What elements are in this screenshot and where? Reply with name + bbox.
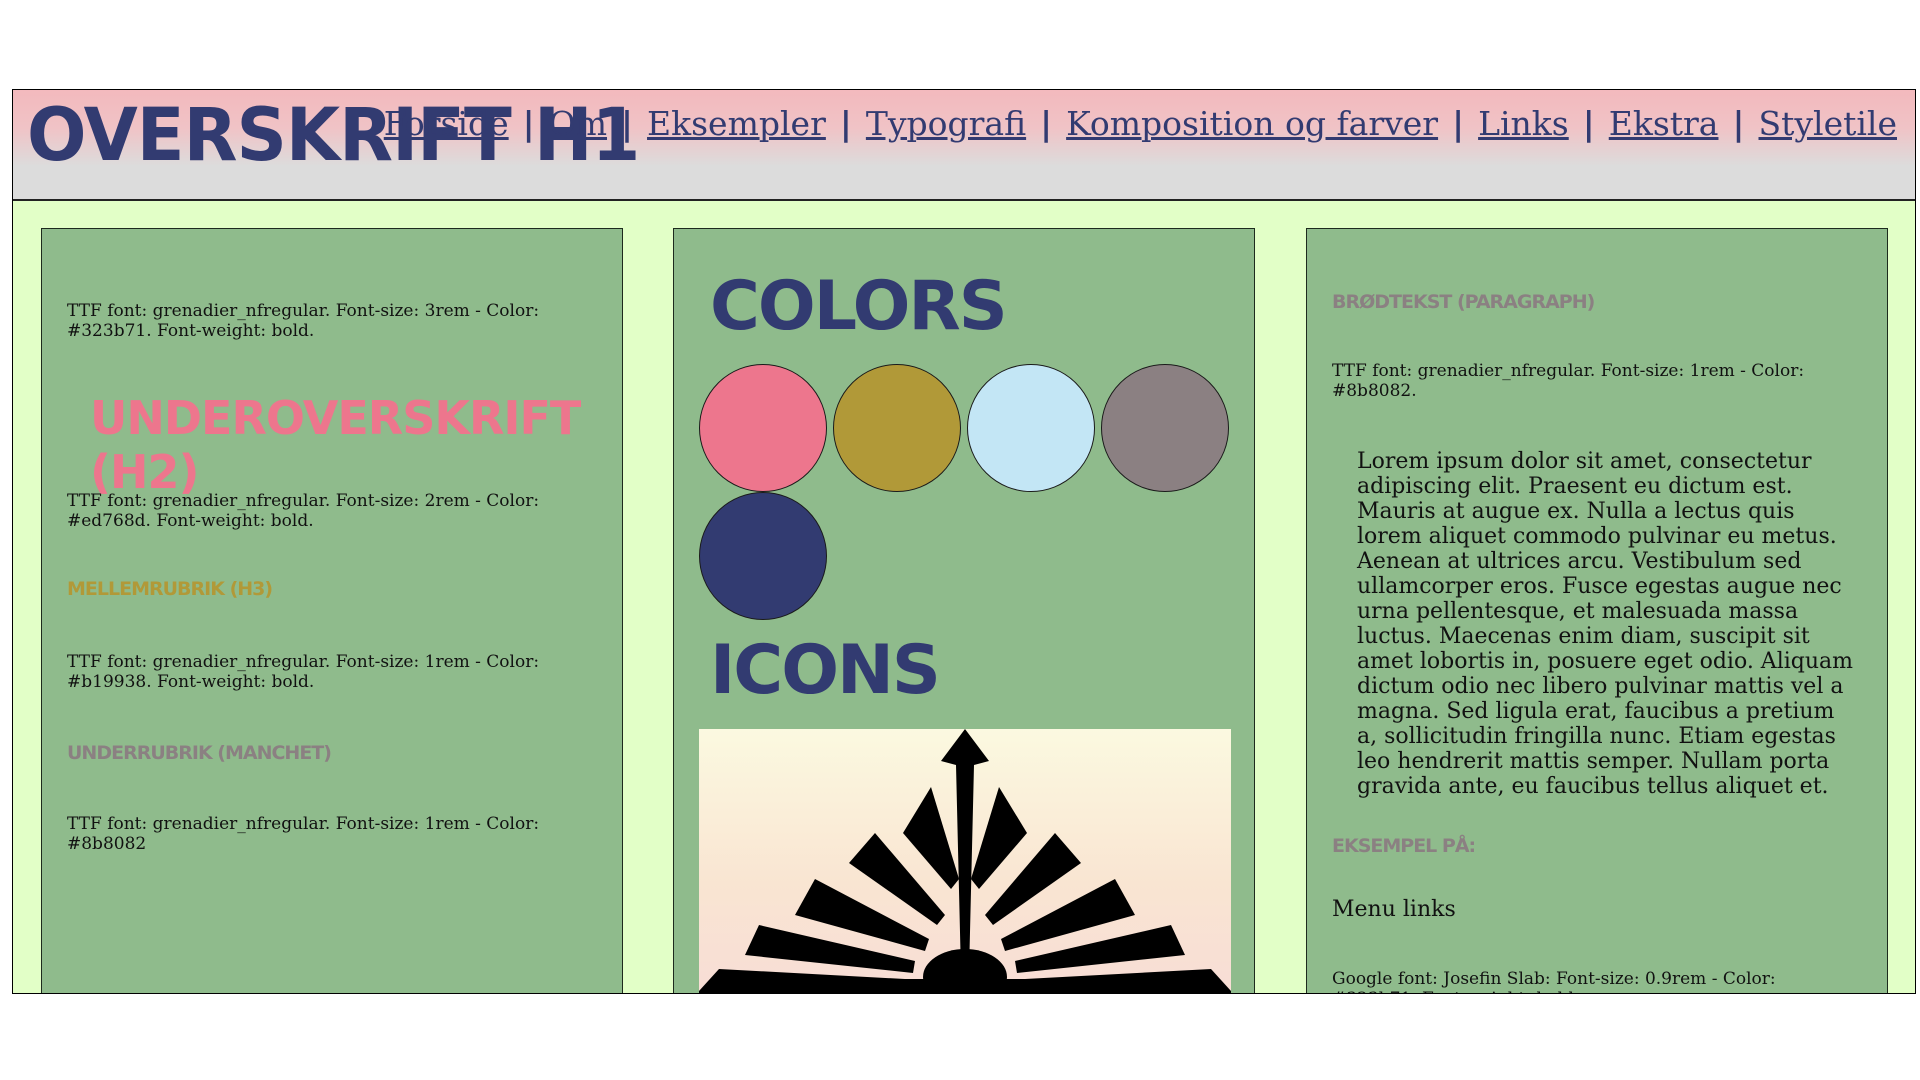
nav-link-links[interactable]: Links <box>1478 104 1569 143</box>
paragraph-sample-heading: BRØDTEKST (PARAGRAPH) <box>1332 291 1595 313</box>
paragraph-spec-text: TTF font: grenadier_nfregular. Font-size… <box>1332 361 1805 401</box>
nav-link-styletile[interactable]: Styletile <box>1759 104 1898 143</box>
color-swatch-gold <box>833 364 961 492</box>
art-deco-fan-icon <box>699 729 1231 993</box>
h3-spec-text: TTF font: grenadier_nfregular. Font-size… <box>67 652 540 692</box>
nav-separator: | <box>1040 104 1053 143</box>
page-frame: OVERSKRIFT H1 Forside | Om | Eksempler |… <box>12 89 1916 994</box>
icon-preview <box>699 729 1231 993</box>
nav-separator: | <box>1732 104 1745 143</box>
nav-separator: | <box>839 104 852 143</box>
color-swatch-navy <box>699 492 827 620</box>
h2-spec-text: TTF font: grenadier_nfregular. Font-size… <box>67 491 540 531</box>
color-swatch-grey <box>1101 364 1229 492</box>
menu-links-sample: Menu links <box>1332 897 1456 922</box>
typography-column: TTF font: grenadier_nfregular. Font-size… <box>41 228 623 993</box>
main-nav: Forside | Om | Eksempler | Typografi | K… <box>384 104 1897 143</box>
nav-link-om[interactable]: Om <box>549 104 607 143</box>
menu-links-spec-text: Google font: Josefin Slab: Font-size: 0.… <box>1332 969 1776 993</box>
nav-link-ekstra[interactable]: Ekstra <box>1609 104 1719 143</box>
h4-spec-text: TTF font: grenadier_nfregular. Font-size… <box>67 814 540 854</box>
example-heading: EKSEMPEL PÅ: <box>1332 835 1476 857</box>
colors-icons-column: COLORS ICONS <box>673 228 1255 993</box>
paragraph-column: BRØDTEKST (PARAGRAPH) TTF font: grenadie… <box>1306 228 1888 993</box>
color-swatch-light-blue <box>967 364 1095 492</box>
h3-sample-heading: MELLEMRUBRIK (H3) <box>67 578 273 600</box>
nav-link-forside[interactable]: Forside <box>384 104 509 143</box>
nav-separator: | <box>522 104 535 143</box>
nav-separator: | <box>1452 104 1465 143</box>
nav-link-komposition[interactable]: Komposition og farver <box>1066 104 1438 143</box>
h2-sample-heading: UNDEROVERSKRIFT (H2) <box>90 391 581 499</box>
h1-spec-text: TTF font: grenadier_nfregular. Font-size… <box>67 301 540 341</box>
nav-separator: | <box>621 104 634 143</box>
icons-title: ICONS <box>710 631 941 710</box>
lorem-paragraph: Lorem ipsum dolor sit amet, consectetur … <box>1357 449 1853 799</box>
color-swatch-pink <box>699 364 827 492</box>
nav-link-typografi[interactable]: Typografi <box>866 104 1026 143</box>
h4-sample-heading: UNDERRUBRIK (MANCHET) <box>67 742 332 764</box>
nav-link-eksempler[interactable]: Eksempler <box>647 104 826 143</box>
site-header: OVERSKRIFT H1 Forside | Om | Eksempler |… <box>13 90 1915 201</box>
colors-title: COLORS <box>710 267 1008 346</box>
nav-separator: | <box>1582 104 1595 143</box>
